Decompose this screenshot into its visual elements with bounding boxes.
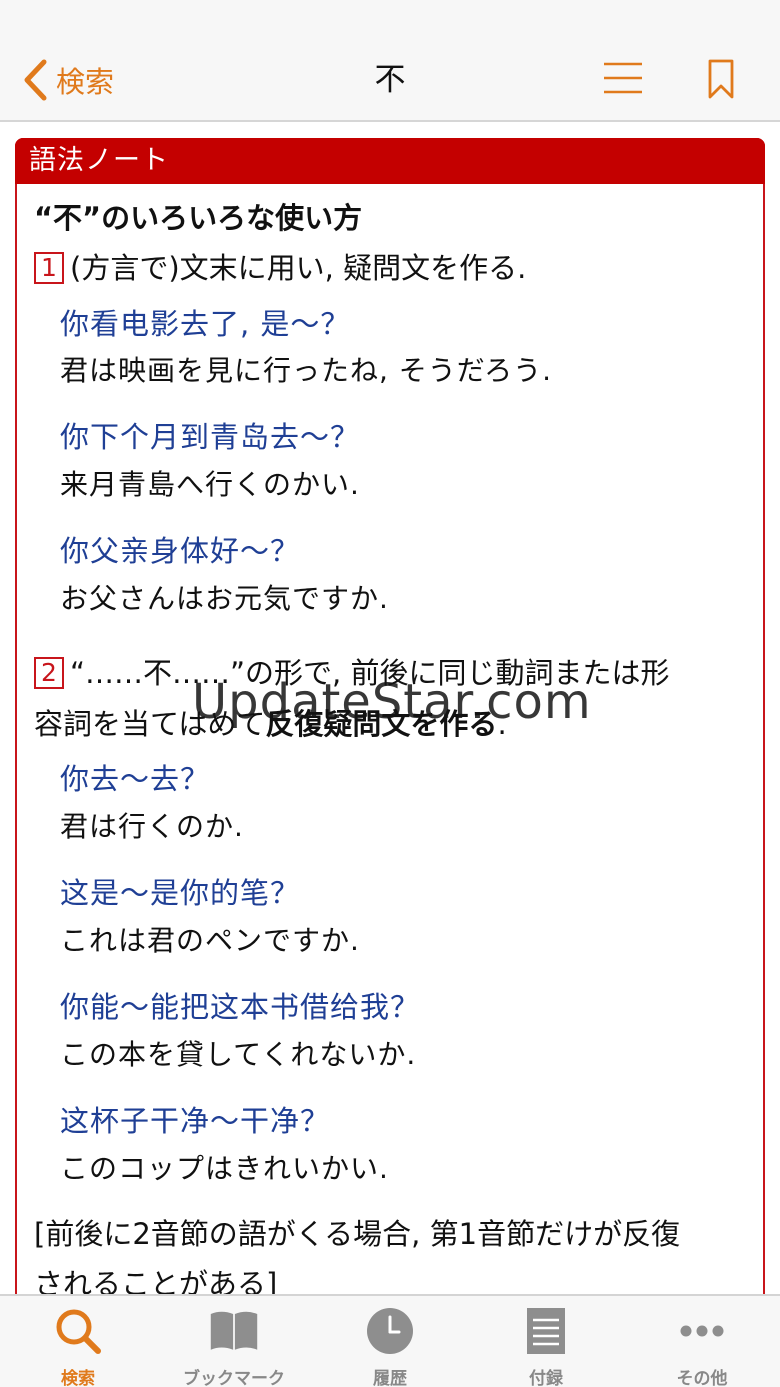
example-japanese: このコップはきれいかい. <box>60 1152 389 1185</box>
example-japanese: この本を貸してくれないか. <box>60 1038 417 1071</box>
clock-icon <box>367 1308 413 1354</box>
watermark: UpdateStar.com <box>192 674 592 730</box>
tab-history[interactable]: 履歴 <box>312 1296 468 1387</box>
example-chinese: 你去〜去？ <box>60 762 211 796</box>
more-icon <box>680 1325 724 1337</box>
tab-label: ブックマーク <box>183 1369 285 1387</box>
example-japanese: 君は行くのか. <box>60 810 244 843</box>
tab-label: 付録 <box>529 1369 563 1387</box>
tab-label: 履歴 <box>373 1369 407 1387</box>
tab-more[interactable]: その他 <box>624 1296 780 1387</box>
sense-number-2: 2 <box>34 657 64 689</box>
usage-note-header: 語法ノート <box>15 138 765 184</box>
search-icon <box>56 1309 101 1354</box>
example-japanese: お父さんはお元気ですか. <box>60 582 389 615</box>
navigation-bar: 検索 不 <box>0 0 780 122</box>
bracket-note-line-1: [前後に2音節の語がくる場合, 第1音節だけが反復 <box>34 1217 681 1251</box>
bracket-note-line-2: されることがある] <box>34 1267 278 1294</box>
example-japanese: 来月青島へ行くのかい. <box>60 468 360 501</box>
example-chinese: 你看电影去了, 是〜？ <box>60 307 351 341</box>
example-chinese: 你下个月到青岛去〜？ <box>60 420 361 454</box>
sense-1: 1 (方言で)文末に用い, 疑問文を作る. <box>34 244 744 292</box>
example-japanese: これは君のペンですか. <box>60 924 360 957</box>
tab-label: 検索 <box>61 1369 95 1387</box>
usage-note-heading: “不”のいろいろな使い方 <box>34 201 363 235</box>
bookmark-icon[interactable] <box>706 58 736 100</box>
sense-1-text: (方言で)文末に用い, 疑問文を作る. <box>70 251 527 285</box>
tab-label: その他 <box>676 1369 728 1387</box>
tab-bookmarks[interactable]: ブックマーク <box>156 1296 312 1387</box>
document-icon <box>527 1308 565 1354</box>
example-chinese: 这杯子干净〜干净？ <box>60 1104 331 1138</box>
example-chinese: 你能〜能把这本书借给我？ <box>60 990 421 1024</box>
book-icon <box>210 1311 258 1350</box>
tab-search[interactable]: 検索 <box>0 1296 156 1387</box>
example-japanese: 君は映画を見に行ったね, そうだろう. <box>60 354 553 387</box>
sense-number-1: 1 <box>34 252 64 284</box>
example-chinese: 你父亲身体好〜？ <box>60 534 301 568</box>
menu-icon[interactable] <box>602 60 644 96</box>
tab-appendix[interactable]: 付録 <box>468 1296 624 1387</box>
page-title: 不 <box>374 62 406 98</box>
example-chinese: 这是〜是你的笔？ <box>60 876 301 910</box>
tab-bar: 検索 ブックマーク 履歴 付録 その他 <box>0 1294 780 1387</box>
